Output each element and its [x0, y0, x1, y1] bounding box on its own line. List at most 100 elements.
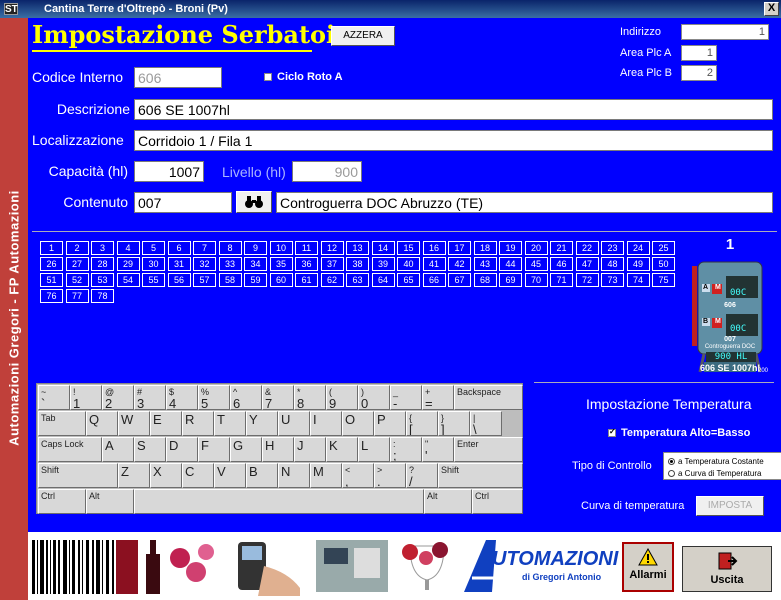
tank-cell[interactable]: 15 — [397, 241, 420, 255]
tank-cell[interactable]: 75 — [652, 273, 675, 287]
key[interactable]: T — [214, 411, 246, 436]
imposta-button[interactable]: IMPOSTA — [696, 496, 764, 516]
tank-cell[interactable]: 55 — [142, 273, 165, 287]
tank-cell[interactable]: 58 — [218, 273, 242, 287]
key[interactable]: N — [278, 463, 310, 488]
key[interactable]: G — [230, 437, 262, 462]
contenuto-code-field[interactable]: 007 — [134, 192, 232, 213]
backspace-key[interactable]: Backspace — [454, 385, 523, 410]
tank-cell[interactable]: 45 — [524, 257, 548, 271]
key[interactable]: O — [342, 411, 374, 436]
key[interactable]: {[ — [406, 411, 438, 436]
tank-cell[interactable]: 53 — [91, 273, 114, 287]
area-plc-a-field[interactable]: 1 — [681, 45, 717, 61]
tank-cell[interactable]: 24 — [626, 241, 650, 255]
key[interactable]: (9 — [326, 385, 358, 410]
tank-cell[interactable]: 49 — [626, 257, 650, 271]
key[interactable]: % 5 — [198, 385, 230, 410]
tank-cell[interactable]: 52 — [65, 273, 89, 287]
key[interactable]: I — [310, 411, 342, 436]
key[interactable]: ~ ` — [38, 385, 70, 410]
tank-cell[interactable]: 1 — [40, 241, 63, 255]
key[interactable]: & 7 — [262, 385, 294, 410]
tank-cell[interactable]: 38 — [346, 257, 369, 271]
tank-cell[interactable]: 13 — [346, 241, 369, 255]
tank-cell[interactable]: 57 — [193, 273, 216, 287]
key[interactable]: | \ — [470, 411, 502, 436]
tank-cell[interactable]: 27 — [65, 257, 89, 271]
ctrl-left-key[interactable]: Ctrl — [38, 489, 86, 514]
alto-basso-checkbox[interactable]: ✓ Temperatura Alto=Basso — [608, 427, 750, 439]
key[interactable]: $4 — [166, 385, 198, 410]
tank-cell[interactable]: 70 — [524, 273, 548, 287]
tank-cell[interactable]: 67 — [448, 273, 471, 287]
tank-cell[interactable]: 48 — [601, 257, 624, 271]
ctrl-right-key[interactable]: Ctrl — [472, 489, 523, 514]
key[interactable]: F — [198, 437, 230, 462]
key[interactable]: <, — [342, 463, 374, 488]
tank-cell[interactable]: 9 — [244, 241, 267, 255]
key[interactable]: P — [374, 411, 406, 436]
tank-cell[interactable]: 7 — [193, 241, 216, 255]
tank-cell[interactable]: 44 — [499, 257, 522, 271]
tank-cell[interactable]: 8 — [218, 241, 242, 255]
tank-cell[interactable]: 5 — [142, 241, 165, 255]
key[interactable]: U — [278, 411, 310, 436]
key[interactable]: R — [182, 411, 214, 436]
enter-key[interactable]: Enter — [454, 437, 523, 462]
tank-cell[interactable]: 73 — [601, 273, 624, 287]
key[interactable]: K — [326, 437, 358, 462]
tank-cell[interactable]: 71 — [550, 273, 573, 287]
binoculars-icon[interactable] — [236, 191, 272, 213]
close-icon[interactable]: X — [764, 2, 779, 16]
tank-cell[interactable]: 22 — [575, 241, 599, 255]
codice-field[interactable]: 606 — [134, 67, 222, 88]
key[interactable]: X — [150, 463, 182, 488]
radio-option-curva[interactable]: a Curva di Temperatura — [668, 467, 781, 479]
tank-cell[interactable]: 40 — [397, 257, 420, 271]
tank-cell[interactable]: 77 — [65, 289, 89, 303]
radio-option-costante[interactable]: a Temperatura Costante — [668, 455, 781, 467]
tank-cell[interactable]: 31 — [167, 257, 191, 271]
tank-cell[interactable]: 19 — [499, 241, 522, 255]
key[interactable]: @2 — [102, 385, 134, 410]
tank-cell[interactable]: 74 — [626, 273, 650, 287]
key[interactable]: >. — [374, 463, 406, 488]
key[interactable]: M — [310, 463, 342, 488]
capacita-field[interactable]: 1007 — [134, 161, 204, 182]
key[interactable]: S — [134, 437, 166, 462]
key[interactable]: J — [294, 437, 326, 462]
key[interactable]: H — [262, 437, 294, 462]
livello-field[interactable]: 900 — [292, 161, 362, 182]
tank-cell[interactable]: 56 — [167, 273, 191, 287]
space-key[interactable] — [134, 489, 424, 514]
key[interactable]: A — [102, 437, 134, 462]
tank-cell[interactable]: 61 — [295, 273, 318, 287]
tank-cell[interactable]: 6 — [167, 241, 191, 255]
key[interactable]: V — [214, 463, 246, 488]
uscita-button[interactable]: Uscita — [682, 546, 772, 592]
tank-cell[interactable]: 34 — [244, 257, 267, 271]
tank-cell[interactable]: 76 — [40, 289, 63, 303]
tank-cell[interactable]: 66 — [422, 273, 446, 287]
tank-cell[interactable]: 20 — [524, 241, 548, 255]
tank-cell[interactable]: 28 — [91, 257, 114, 271]
key[interactable]: :; — [390, 437, 422, 462]
tank-cell[interactable]: 4 — [116, 241, 140, 255]
tank-cell[interactable]: 69 — [499, 273, 522, 287]
indirizzo-field[interactable]: 1 — [681, 24, 769, 40]
tank-cell[interactable]: 63 — [346, 273, 369, 287]
tab-key[interactable]: Tab — [38, 411, 86, 436]
tank-cell[interactable]: 21 — [550, 241, 573, 255]
tank-cell[interactable]: 37 — [320, 257, 344, 271]
tank-cell[interactable]: 23 — [601, 241, 624, 255]
tank-cell[interactable]: 25 — [652, 241, 675, 255]
key[interactable]: #3 — [134, 385, 166, 410]
tank-cell[interactable]: 60 — [269, 273, 293, 287]
tank-cell[interactable]: 47 — [575, 257, 599, 271]
key[interactable]: ) 0 — [358, 385, 390, 410]
contenuto-desc-field[interactable]: Controguerra DOC Abruzzo (TE) — [276, 192, 773, 213]
key[interactable]: L — [358, 437, 390, 462]
area-plc-b-field[interactable]: 2 — [681, 65, 717, 81]
tank-cell[interactable]: 59 — [244, 273, 267, 287]
